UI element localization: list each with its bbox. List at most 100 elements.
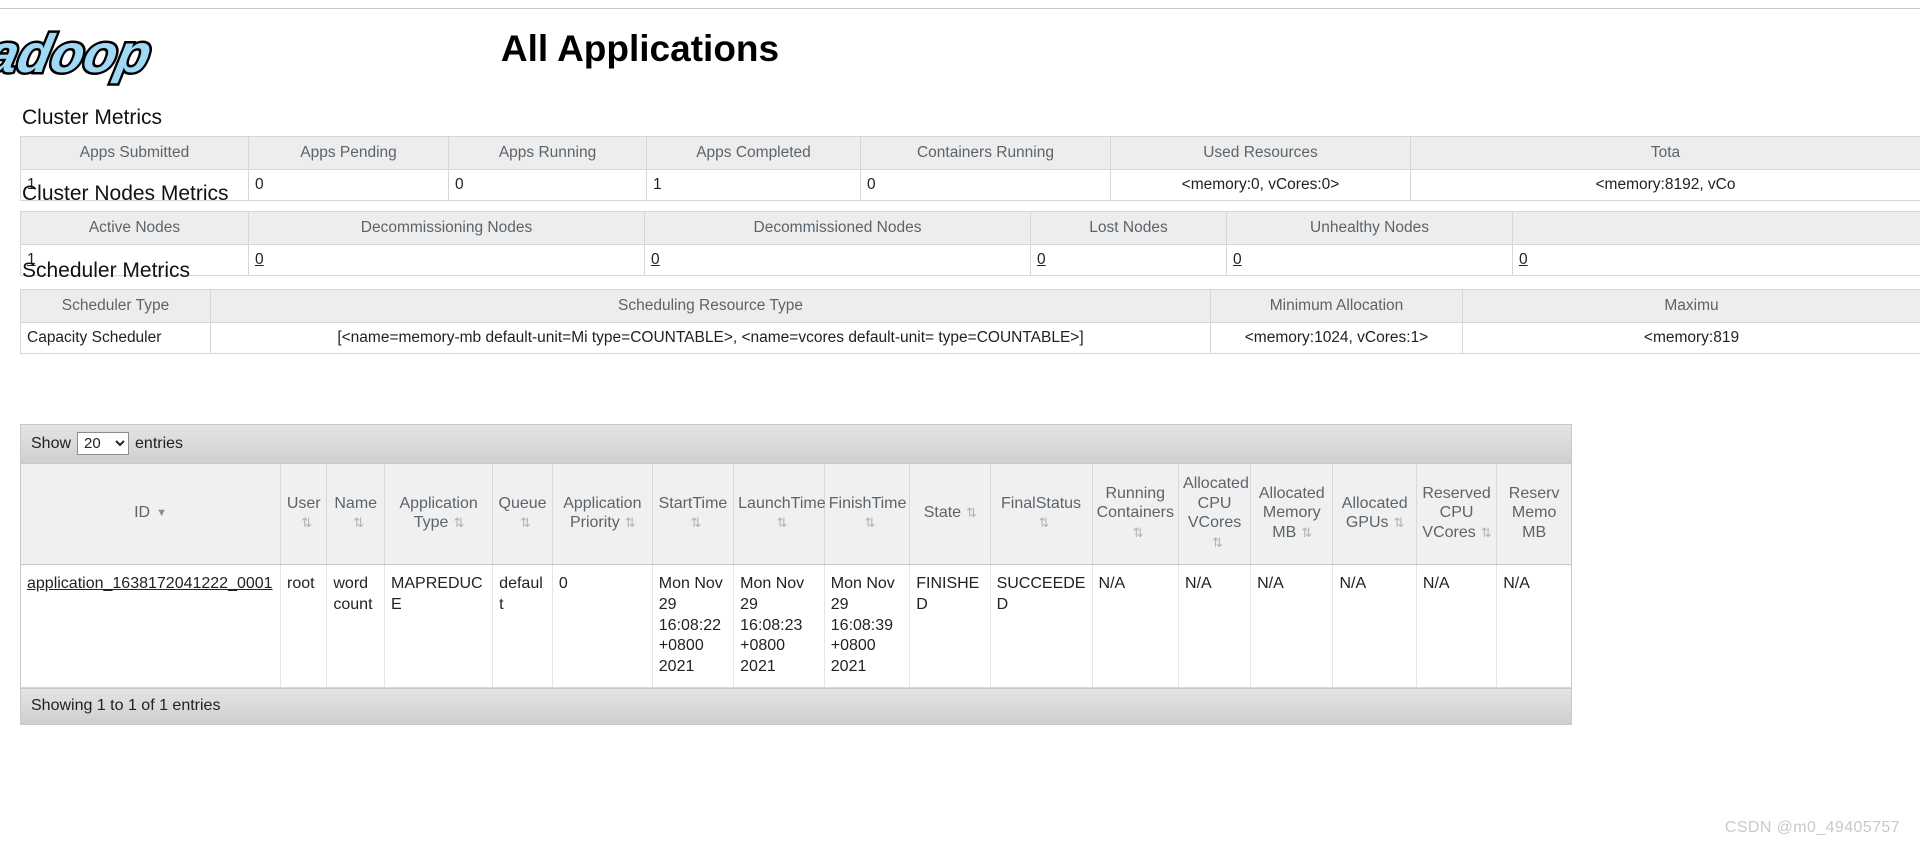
- col-allocated-gpus[interactable]: Allocated GPUs ⇅: [1332, 464, 1417, 566]
- col-state[interactable]: State ⇅: [909, 464, 991, 566]
- sort-updown-icon: ⇅: [1132, 524, 1144, 540]
- col-state-label: State: [923, 504, 962, 522]
- col-apps-submitted[interactable]: Apps Submitted: [20, 136, 249, 170]
- table-header-row: Active Nodes Decommissioning Nodes Decom…: [20, 211, 1920, 245]
- scheduler-metrics-table: Scheduler Type Scheduling Resource Type …: [20, 289, 1920, 354]
- col-nodes-extra[interactable]: [1512, 211, 1920, 245]
- col-finish-time-label: FinishTime: [828, 494, 907, 512]
- decommissioning-nodes-link[interactable]: 0: [255, 251, 264, 268]
- cell-running-containers: N/A: [1092, 564, 1180, 689]
- col-apps-pending[interactable]: Apps Pending: [248, 136, 449, 170]
- datatable-length-control: Show 20 50 100 entries: [21, 425, 1571, 464]
- col-id[interactable]: ID ▼: [21, 464, 282, 566]
- col-scheduling-resource-type[interactable]: Scheduling Resource Type: [210, 289, 1211, 323]
- sort-updown-icon: ⇅: [353, 515, 365, 531]
- col-running-containers[interactable]: Running Containers ⇅: [1092, 464, 1180, 566]
- cell-launch-time: Mon Nov 29 16:08:23 +0800 2021: [733, 564, 825, 689]
- cell-start-time: Mon Nov 29 16:08:22 +0800 2021: [652, 564, 735, 689]
- show-entries-label: Show 20 50 100 entries: [31, 432, 183, 455]
- val-maximum-allocation: <memory:819: [1462, 322, 1920, 354]
- col-application-type[interactable]: Application Type ⇅: [384, 464, 494, 566]
- decommissioned-nodes-link[interactable]: 0: [651, 251, 660, 268]
- page-title: All Applications: [0, 28, 1920, 70]
- cell-final-status: SUCCEEDED: [990, 564, 1093, 689]
- col-apps-completed[interactable]: Apps Completed: [646, 136, 861, 170]
- val-minimum-allocation: <memory:1024, vCores:1>: [1210, 322, 1463, 354]
- col-reserved-cpu-vcores[interactable]: Reserved CPU VCores ⇅: [1416, 464, 1498, 566]
- cell-reserved-memory-mb: N/A: [1496, 564, 1571, 689]
- col-decommissioning-nodes[interactable]: Decommissioning Nodes: [248, 211, 645, 245]
- table-header-row: Scheduler Type Scheduling Resource Type …: [20, 289, 1920, 323]
- col-id-label: ID: [134, 504, 151, 522]
- col-start-time[interactable]: StartTime ⇅: [652, 464, 735, 566]
- sort-updown-icon: ⇅: [520, 515, 531, 531]
- val-decommissioned-nodes: 0: [644, 244, 1031, 276]
- col-running-containers-label: Running Containers: [1096, 484, 1174, 522]
- show-label: Show: [31, 434, 72, 452]
- scheduler-metrics-heading: Scheduler Metrics: [22, 259, 191, 282]
- col-allocated-cpu-vcores-label: Allocated CPU VCores: [1183, 475, 1249, 532]
- nodes-extra-link[interactable]: 0: [1519, 251, 1528, 268]
- col-queue[interactable]: Queue ⇅: [492, 464, 553, 566]
- col-lost-nodes[interactable]: Lost Nodes: [1030, 211, 1227, 245]
- unhealthy-nodes-link[interactable]: 0: [1233, 251, 1242, 268]
- col-launch-time-label: LaunchTime: [738, 494, 826, 512]
- col-allocated-cpu-vcores[interactable]: Allocated CPU VCores ⇅: [1178, 464, 1252, 566]
- col-final-status[interactable]: FinalStatus ⇅: [990, 464, 1093, 566]
- col-used-resources[interactable]: Used Resources: [1110, 136, 1411, 170]
- table-row[interactable]: application_1638172041222_0001 root word…: [21, 564, 1571, 689]
- col-allocated-memory-mb[interactable]: Allocated Memory MB ⇅: [1250, 464, 1334, 566]
- sort-desc-icon: ▼: [156, 506, 167, 519]
- table-header-row: Apps Submitted Apps Pending Apps Running…: [20, 136, 1920, 170]
- applications-table: ID ▼ User⇅ Name⇅ Application Type ⇅ Queue⇅: [21, 464, 1571, 689]
- cell-allocated-cpu-vcores: N/A: [1178, 564, 1252, 689]
- val-scheduler-type: Capacity Scheduler: [20, 322, 211, 354]
- cell-finish-time: Mon Nov 29 16:08:39 +0800 2021: [824, 564, 911, 689]
- col-finish-time[interactable]: FinishTime ⇅: [824, 464, 911, 566]
- col-name-label: Name: [334, 494, 378, 512]
- col-reserved-memory-mb[interactable]: Reserv Memo MB: [1496, 464, 1571, 566]
- cluster-nodes-metrics-heading: Cluster Nodes Metrics: [22, 182, 229, 205]
- col-launch-time[interactable]: LaunchTime ⇅: [733, 464, 826, 566]
- table-row: Capacity Scheduler [<name=memory-mb defa…: [20, 322, 1920, 354]
- col-user[interactable]: User ⇅: [280, 464, 328, 566]
- col-name[interactable]: Name ⇅: [326, 464, 386, 566]
- col-maximum-allocation[interactable]: Maximu: [1462, 289, 1920, 323]
- col-active-nodes[interactable]: Active Nodes: [20, 211, 249, 245]
- col-scheduler-type[interactable]: Scheduler Type: [20, 289, 211, 323]
- val-scheduling-resource-type: [<name=memory-mb default-unit=Mi type=CO…: [210, 322, 1211, 354]
- val-total-resources: <memory:8192, vCo: [1410, 169, 1920, 201]
- cell-allocated-memory-mb: N/A: [1250, 564, 1334, 689]
- val-decommissioning-nodes: 0: [248, 244, 645, 276]
- page-size-select[interactable]: 20 50 100: [77, 432, 130, 455]
- cell-state: FINISHED: [909, 564, 991, 689]
- lost-nodes-link[interactable]: 0: [1037, 251, 1046, 268]
- sort-updown-icon: ⇅: [864, 515, 876, 531]
- cell-application-priority: 0: [552, 564, 653, 689]
- col-user-label: User: [286, 494, 321, 512]
- col-decommissioned-nodes[interactable]: Decommissioned Nodes: [644, 211, 1031, 245]
- val-containers-running: 0: [860, 169, 1111, 201]
- col-apps-running[interactable]: Apps Running: [448, 136, 647, 170]
- val-lost-nodes: 0: [1030, 244, 1227, 276]
- applications-datatable: Show 20 50 100 entries ID ▼: [20, 424, 1572, 726]
- col-containers-running[interactable]: Containers Running: [860, 136, 1111, 170]
- col-total-resources[interactable]: Tota: [1410, 136, 1920, 170]
- col-minimum-allocation[interactable]: Minimum Allocation: [1210, 289, 1463, 323]
- col-reserved-memory-mb-label: Reserv Memo MB: [1508, 484, 1560, 541]
- datatable-info: Showing 1 to 1 of 1 entries: [21, 688, 1571, 725]
- cell-id: application_1638172041222_0001: [21, 564, 282, 689]
- table-row: 1 0 0 0 0 0: [20, 244, 1920, 276]
- val-nodes-extra: 0: [1512, 244, 1920, 276]
- sort-updown-icon: ⇅: [690, 515, 702, 531]
- cell-queue: default: [492, 564, 553, 689]
- sort-updown-icon: ⇅: [1393, 515, 1405, 531]
- table-header-row: ID ▼ User⇅ Name⇅ Application Type ⇅ Queue⇅: [21, 464, 1571, 566]
- cluster-metrics-heading: Cluster Metrics: [22, 106, 163, 129]
- cluster-nodes-metrics-table: Active Nodes Decommissioning Nodes Decom…: [20, 211, 1920, 276]
- val-used-resources: <memory:0, vCores:0>: [1110, 169, 1411, 201]
- application-id-link[interactable]: application_1638172041222_0001: [27, 575, 273, 592]
- col-unhealthy-nodes[interactable]: Unhealthy Nodes: [1226, 211, 1513, 245]
- col-application-priority[interactable]: Application Priority ⇅: [552, 464, 653, 566]
- top-divider: [0, 8, 1920, 9]
